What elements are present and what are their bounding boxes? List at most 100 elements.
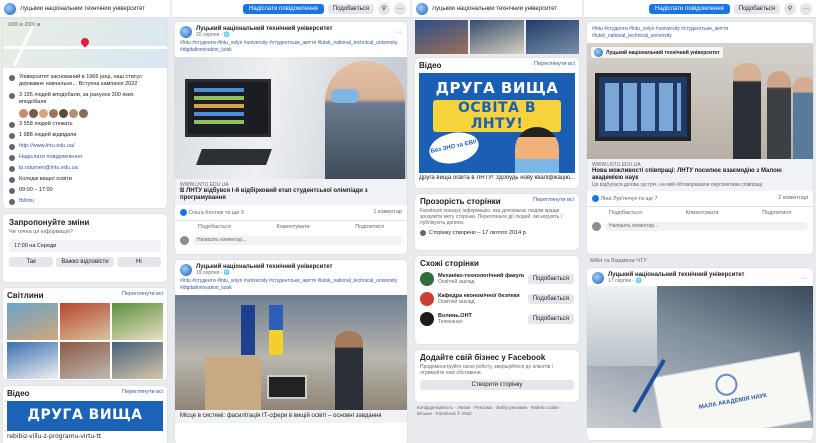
similar-pages-card: Схожі сторінки Механіко-технологічний фа…	[415, 256, 579, 344]
user-avatar	[180, 236, 189, 245]
photo-thumb[interactable]	[415, 20, 469, 54]
header-actions: Надіслати повідомлення Подобається ⚲ ···	[584, 0, 816, 18]
video-see-all[interactable]: Переглянути всі	[122, 389, 163, 398]
similar-like-button[interactable]: Подобається	[527, 274, 574, 284]
search-icon[interactable]: ⚲	[784, 2, 796, 15]
video-header: Відео Переглянути всі	[7, 389, 163, 398]
post-meta: Луцький національний технічний університ…	[196, 264, 332, 276]
photo-thumb[interactable]	[112, 342, 163, 379]
like-icon	[9, 93, 15, 99]
post-time[interactable]: 20 серпня · 🌐	[196, 32, 332, 38]
photo-grid	[7, 303, 163, 379]
similar-page-info: Механіко-технологічний факультет Освітні…	[438, 273, 524, 285]
post-time[interactable]: 19 серпня · 🌐	[196, 270, 332, 276]
photo-thumb[interactable]	[7, 342, 58, 379]
yes-button[interactable]: Так	[9, 257, 54, 267]
comment-button[interactable]: Коментувати	[686, 210, 719, 216]
page-logo[interactable]	[4, 2, 16, 15]
photos-title: Світлини	[7, 291, 44, 300]
avatar[interactable]	[79, 109, 88, 118]
post-menu-icon[interactable]: ···	[395, 29, 402, 36]
avatar[interactable]	[19, 109, 28, 118]
photos-see-all[interactable]: Переглянути всі	[122, 291, 163, 300]
photo-thumb[interactable]	[59, 342, 111, 379]
reactions[interactable]: Ліна Лук'янчук та ще 7	[592, 195, 658, 202]
video-see-all[interactable]: Переглянути всі	[534, 61, 575, 70]
similar-page-logo[interactable]	[420, 292, 434, 306]
photo-strip	[415, 20, 579, 54]
like-page-button[interactable]: Подобається	[327, 3, 374, 14]
business-title: Додайте свій бізнес у Facebook	[420, 353, 546, 362]
post-image[interactable]: МАЛА АКАДЕМІЯ НАУК	[587, 286, 813, 428]
post-image[interactable]	[175, 295, 407, 410]
post-hashtags[interactable]: #lntu #студенти #lntu_volyn #university …	[175, 278, 407, 295]
person	[793, 77, 813, 159]
reactions[interactable]: Ольга Костюк та ще 5	[180, 209, 244, 216]
post-avatar[interactable]	[180, 264, 192, 276]
page-name[interactable]: Луцький національний технічний університ…	[20, 6, 145, 12]
avatar[interactable]	[29, 109, 38, 118]
mail-icon	[9, 166, 15, 172]
more-icon[interactable]: ···	[394, 2, 406, 15]
post-time[interactable]: 17 серпня · 🌐	[608, 278, 744, 284]
message-button[interactable]: Надіслати повідомлення	[243, 3, 324, 14]
comment-input[interactable]: Напишіть коментар...	[193, 236, 402, 245]
link-preview[interactable]: WWW.LNTU.EDU.UA Нова можливості співпрац…	[587, 159, 813, 191]
link-preview[interactable]: WWW.LNTU.EDU.UA В ЛНТУ відбувся І-й відб…	[175, 179, 407, 205]
post-header: Луцький національний технічний університ…	[587, 268, 813, 286]
post-caption[interactable]: Місце в системі: фасилітація ІТ-сфери в …	[175, 410, 407, 423]
no-button[interactable]: Ні	[116, 257, 161, 267]
post-image[interactable]: Луцький національний технічний університ…	[587, 43, 813, 159]
photo-thumb[interactable]	[525, 20, 579, 54]
page-name[interactable]: Луцький національний технічний університ…	[432, 6, 557, 12]
similar-like-button[interactable]: Подобається	[527, 314, 574, 324]
page-logo[interactable]	[416, 2, 428, 15]
post-hashtags[interactable]: #lntu #студенти #lntu_volyn #university …	[587, 22, 813, 43]
post-image[interactable]	[175, 57, 407, 179]
comment-button[interactable]: Коментувати	[277, 224, 310, 230]
more-icon[interactable]: ···	[800, 2, 812, 15]
avatar[interactable]	[39, 109, 48, 118]
like-page-button[interactable]: Подобається	[733, 3, 780, 14]
inner-post-header: Луцький національний технічний університ…	[591, 47, 723, 58]
photo-thumb[interactable]	[7, 303, 58, 340]
post: Луцький національний технічний університ…	[175, 22, 407, 254]
message-button[interactable]: Надіслати повідомлення	[649, 3, 730, 14]
footer-links[interactable]: Конфіденційність · Умови · Реклама · Виб…	[412, 402, 582, 420]
unsure-button[interactable]: Важко відповісти	[56, 257, 114, 267]
post-avatar[interactable]	[180, 26, 192, 38]
photo-thumb[interactable]	[59, 303, 111, 340]
similar-page-logo[interactable]	[420, 272, 434, 286]
comment-count[interactable]: 2 коментарі	[778, 195, 808, 202]
post-hashtags[interactable]: #lntu #студенти #lntu_volyn #university …	[175, 40, 407, 57]
tagged-line[interactable]: МАН та Людмила ЧТУ	[584, 254, 816, 268]
avatar[interactable]	[49, 109, 58, 118]
comment-count[interactable]: 1 коментар	[373, 209, 402, 216]
like-button[interactable]: Подобається	[609, 210, 642, 216]
similar-like-button[interactable]: Подобається	[527, 294, 574, 304]
avatar[interactable]	[69, 109, 78, 118]
post-menu-icon[interactable]: ···	[801, 275, 808, 282]
video-thumb[interactable]: ДРУГА ВИЩА ОСВІТА В ЛНТУ! Без ЗНО та ЄВІ…	[419, 73, 575, 173]
share-button[interactable]: Поділитися	[762, 210, 791, 216]
photo-thumb[interactable]	[112, 303, 163, 340]
transparency-see-all[interactable]: Переглянути всі	[533, 197, 574, 206]
hours-field[interactable]: 17:00 на Середи	[9, 240, 161, 252]
create-page-button[interactable]: Створити сторінку	[420, 380, 574, 390]
transparency-title: Прозорість сторінки	[420, 197, 501, 206]
video-thumb[interactable]: ДРУГА ВИЩА rebibiz-villu-z-programu-virt…	[7, 401, 163, 440]
info-category: Коледж вищої освіти	[3, 174, 167, 185]
photo-thumb[interactable]	[470, 20, 524, 54]
column-sidebar: Луцький національний технічний університ…	[412, 0, 582, 443]
video-caption[interactable]: Друга вища освіта в ЛНТУ! Здобудь нову к…	[419, 175, 575, 181]
map[interactable]: 1000 м 2000 м	[3, 20, 167, 68]
post-avatar[interactable]	[592, 272, 604, 284]
avatar[interactable]	[59, 109, 68, 118]
like-button[interactable]: Подобається	[198, 224, 231, 230]
search-icon[interactable]: ⚲	[378, 2, 390, 15]
share-button[interactable]: Поділитися	[355, 224, 384, 230]
comment-input[interactable]: Напишіть коментар...	[605, 222, 808, 231]
similar-page-logo[interactable]	[420, 312, 434, 326]
info-message: Надіслати повідомлення	[3, 152, 167, 163]
map-road	[12, 21, 37, 67]
